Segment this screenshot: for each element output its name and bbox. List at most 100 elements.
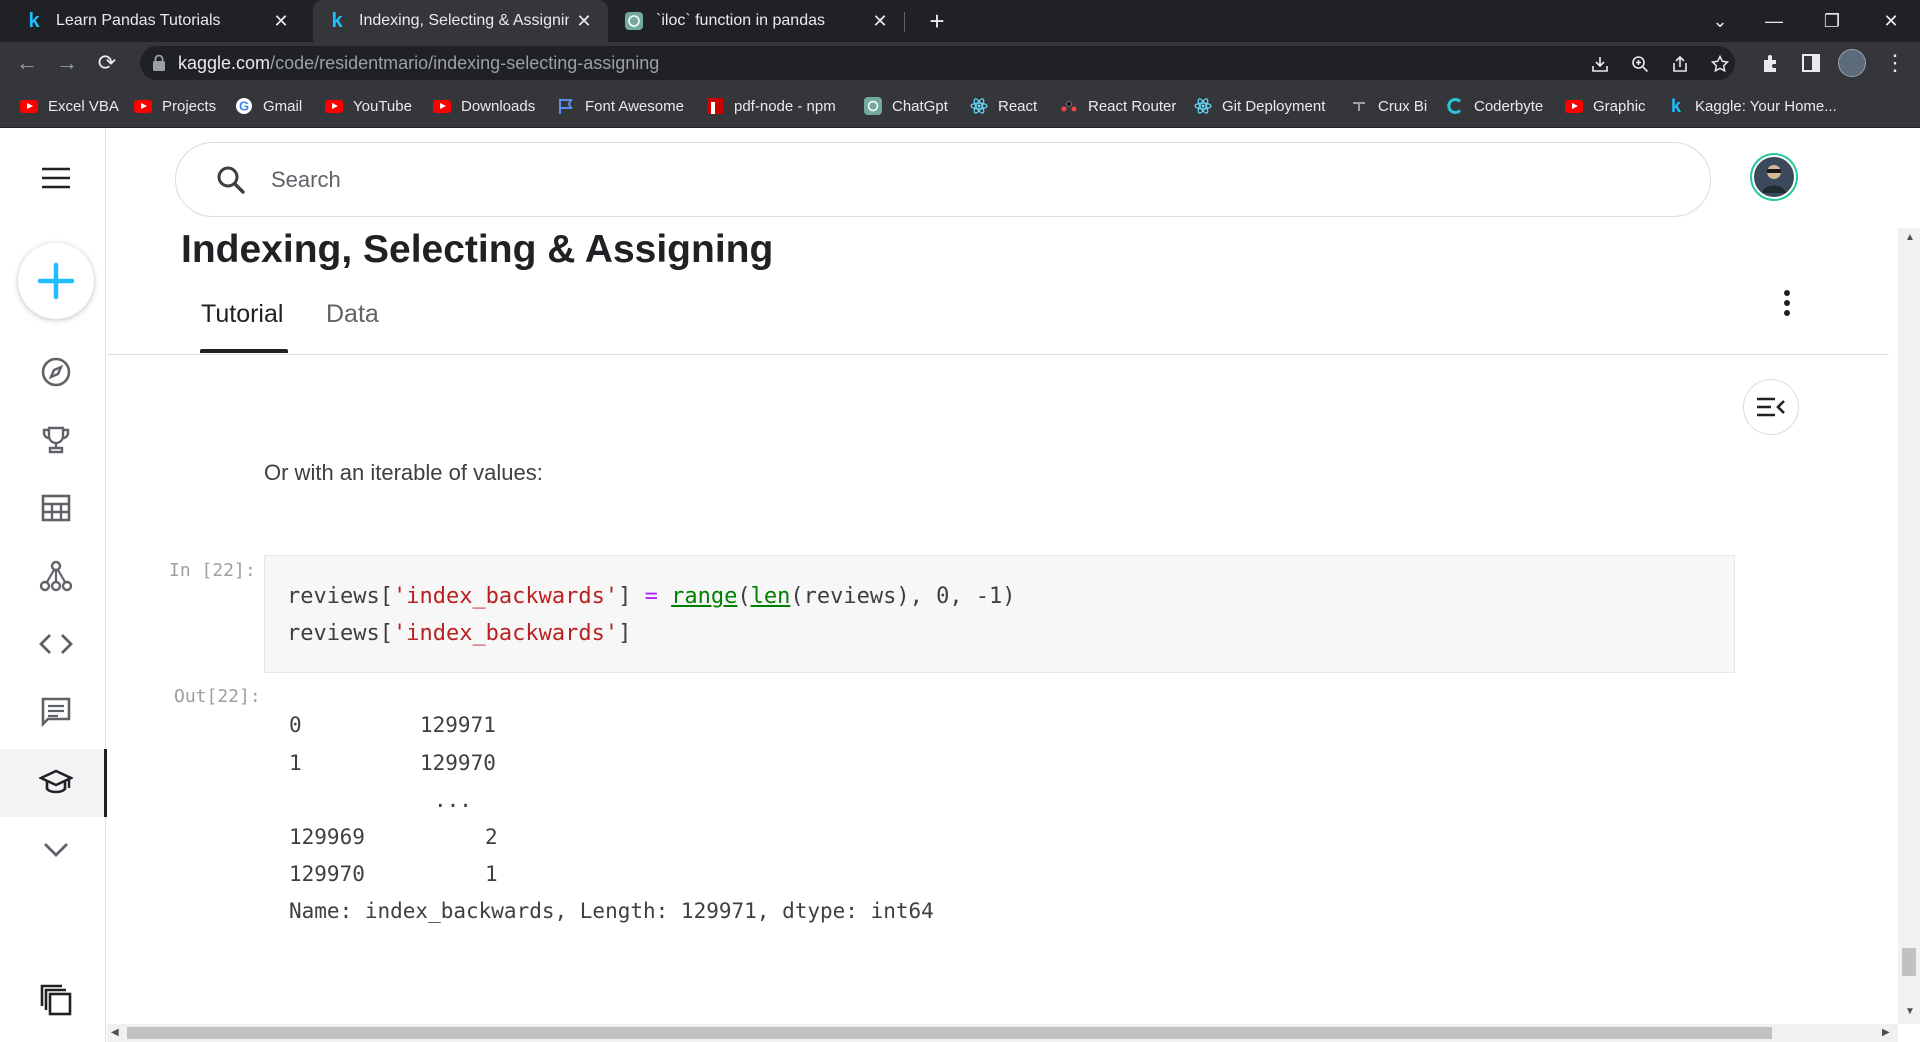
kaggle-k-icon: k <box>331 9 343 32</box>
tab-search-icon[interactable]: ⌄ <box>1693 0 1747 42</box>
bookmark-gmail[interactable]: G Gmail <box>235 84 302 128</box>
bookmark-kaggle[interactable]: k Kaggle: Your Home... <box>1667 84 1837 128</box>
react-router-icon <box>1060 97 1078 115</box>
close-icon[interactable]: ✕ <box>574 11 594 31</box>
browser-tab[interactable]: k Learn Pandas Tutorials ✕ <box>0 0 305 42</box>
bookmark-graphic[interactable]: Graphic <box>1565 84 1646 128</box>
sidebar-item-learn-graduation-cap-icon[interactable] <box>36 763 76 803</box>
bookmark-label: Graphic <box>1593 97 1646 115</box>
scroll-up-arrow-icon[interactable]: ▲ <box>1905 232 1915 243</box>
restore-button[interactable]: ❐ <box>1805 0 1859 42</box>
bookmark-downloads[interactable]: Downloads <box>433 84 535 128</box>
bookmark-git-deployment[interactable]: Git Deployment <box>1194 84 1325 128</box>
sidebar-item-models-icon[interactable] <box>36 556 76 596</box>
install-app-icon[interactable] <box>1591 55 1609 73</box>
chatgpt-icon <box>864 97 882 115</box>
more-options-icon[interactable] <box>1772 288 1802 318</box>
youtube-icon <box>433 97 451 115</box>
vertical-scroll-thumb[interactable] <box>1902 948 1916 976</box>
code-cell[interactable] <box>264 555 1735 673</box>
vertical-scrollbar[interactable] <box>1898 228 1920 1024</box>
view-active-events-icon[interactable] <box>36 980 76 1020</box>
output-index: 129970 <box>289 862 365 886</box>
toc-collapse-icon <box>1757 397 1785 417</box>
bookmark-pdf-node[interactable]: pdf-node - npm <box>706 84 836 128</box>
horizontal-scroll-thumb[interactable] <box>127 1027 1772 1039</box>
chatgpt-icon <box>624 11 644 31</box>
bookmark-font-awesome[interactable]: Font Awesome <box>557 84 684 128</box>
bookmark-youtube[interactable]: YouTube <box>325 84 412 128</box>
tab-title: Indexing, Selecting & Assigning | <box>359 12 569 29</box>
lock-icon[interactable] <box>152 54 166 72</box>
hamburger-menu-icon[interactable] <box>36 158 76 198</box>
bookmark-label: YouTube <box>353 97 412 115</box>
markdown-paragraph: Or with an iterable of values: <box>264 460 543 485</box>
create-button[interactable] <box>18 243 94 319</box>
youtube-icon <box>20 97 38 115</box>
bookmark-label: React <box>998 97 1038 115</box>
reload-icon[interactable]: ⟳ <box>92 48 122 78</box>
kaggle-k-icon: k <box>1670 95 1681 116</box>
side-panel-icon[interactable] <box>1800 52 1822 74</box>
table-of-contents-button[interactable] <box>1743 379 1799 435</box>
sidebar-item-competitions-compass-icon[interactable] <box>36 352 76 392</box>
youtube-icon <box>325 97 343 115</box>
bookmark-label: Git Deployment <box>1222 97 1326 115</box>
bookmark-label: Projects <box>162 97 217 115</box>
browser-tab-active[interactable]: k Indexing, Selecting & Assigning | ✕ <box>313 0 608 42</box>
tab-separator <box>904 12 905 32</box>
share-icon[interactable] <box>1671 55 1689 73</box>
back-arrow-icon[interactable]: ← <box>12 48 42 78</box>
forward-arrow-icon[interactable]: → <box>52 48 82 78</box>
input-prompt: In [22]: <box>169 560 256 581</box>
svg-text:G: G <box>239 99 249 114</box>
scroll-down-arrow-icon[interactable]: ▼ <box>1905 1006 1915 1017</box>
bookmark-projects[interactable]: Projects <box>134 84 216 128</box>
search-input[interactable]: Search <box>271 143 341 216</box>
close-window-button[interactable]: ✕ <box>1864 0 1918 42</box>
address-bar[interactable]: kaggle.com/code/residentmario/indexing-s… <box>140 46 1735 80</box>
header-divider <box>107 354 1889 355</box>
output-series-footer: Name: index_backwards, Length: 129971, d… <box>289 899 934 923</box>
bookmark-label: Downloads <box>461 97 536 115</box>
output-index: 0 <box>289 713 302 737</box>
bookmark-react-router[interactable]: React Router <box>1060 84 1176 128</box>
minimize-button[interactable]: — <box>1747 0 1801 42</box>
bookmark-crux-bi[interactable]: Crux Bi <box>1350 84 1427 128</box>
scroll-left-arrow-icon[interactable]: ◀ <box>111 1027 119 1038</box>
output-ellipsis: ... <box>434 788 472 812</box>
bookmark-excel-vba[interactable]: Excel VBA <box>20 84 119 128</box>
output-prompt: Out[22]: <box>174 686 261 707</box>
url-text: kaggle.com/code/residentmario/indexing-s… <box>178 53 660 73</box>
code-line: reviews['index_backwards'] <box>287 621 632 646</box>
crux-icon <box>1350 97 1368 115</box>
user-avatar[interactable] <box>1752 155 1796 199</box>
bookmark-chatgpt[interactable]: ChatGpt <box>864 84 948 128</box>
bookmark-react[interactable]: React <box>970 84 1037 128</box>
tab-tutorial[interactable]: Tutorial <box>201 300 283 329</box>
browser-tab[interactable]: `iloc` function in pandas ✕ <box>612 0 904 42</box>
bookmark-coderbyte[interactable]: Coderbyte <box>1446 84 1543 128</box>
tab-data[interactable]: Data <box>326 300 379 329</box>
browser-toolbar: ← → ⟳ kaggle.com/code/residentmario/inde… <box>0 42 1920 84</box>
close-icon[interactable]: ✕ <box>271 11 291 31</box>
sidebar-more-chevron-down-icon[interactable] <box>36 830 76 870</box>
output-index: 1 <box>289 751 302 775</box>
sidebar-item-code-icon[interactable] <box>36 624 76 664</box>
youtube-icon <box>134 97 152 115</box>
extensions-icon[interactable] <box>1760 52 1782 74</box>
browser-tab-bar: k Learn Pandas Tutorials ✕ k Indexing, S… <box>0 0 1920 42</box>
new-tab-button[interactable]: + <box>922 6 952 36</box>
more-menu-icon[interactable]: ⋮ <box>1880 48 1910 78</box>
coderbyte-icon <box>1446 97 1464 115</box>
sidebar-item-trophy-icon[interactable] <box>36 420 76 460</box>
output-value: 1 <box>485 862 498 886</box>
search-bar[interactable]: Search <box>175 142 1711 217</box>
profile-avatar[interactable] <box>1838 49 1866 77</box>
bookmark-star-icon[interactable] <box>1711 55 1729 73</box>
sidebar-item-discussions-icon[interactable] <box>36 692 76 732</box>
sidebar-item-datasets-table-icon[interactable] <box>36 488 76 528</box>
zoom-icon[interactable] <box>1631 55 1649 73</box>
close-icon[interactable]: ✕ <box>870 11 890 31</box>
scroll-right-arrow-icon[interactable]: ▶ <box>1882 1027 1890 1038</box>
